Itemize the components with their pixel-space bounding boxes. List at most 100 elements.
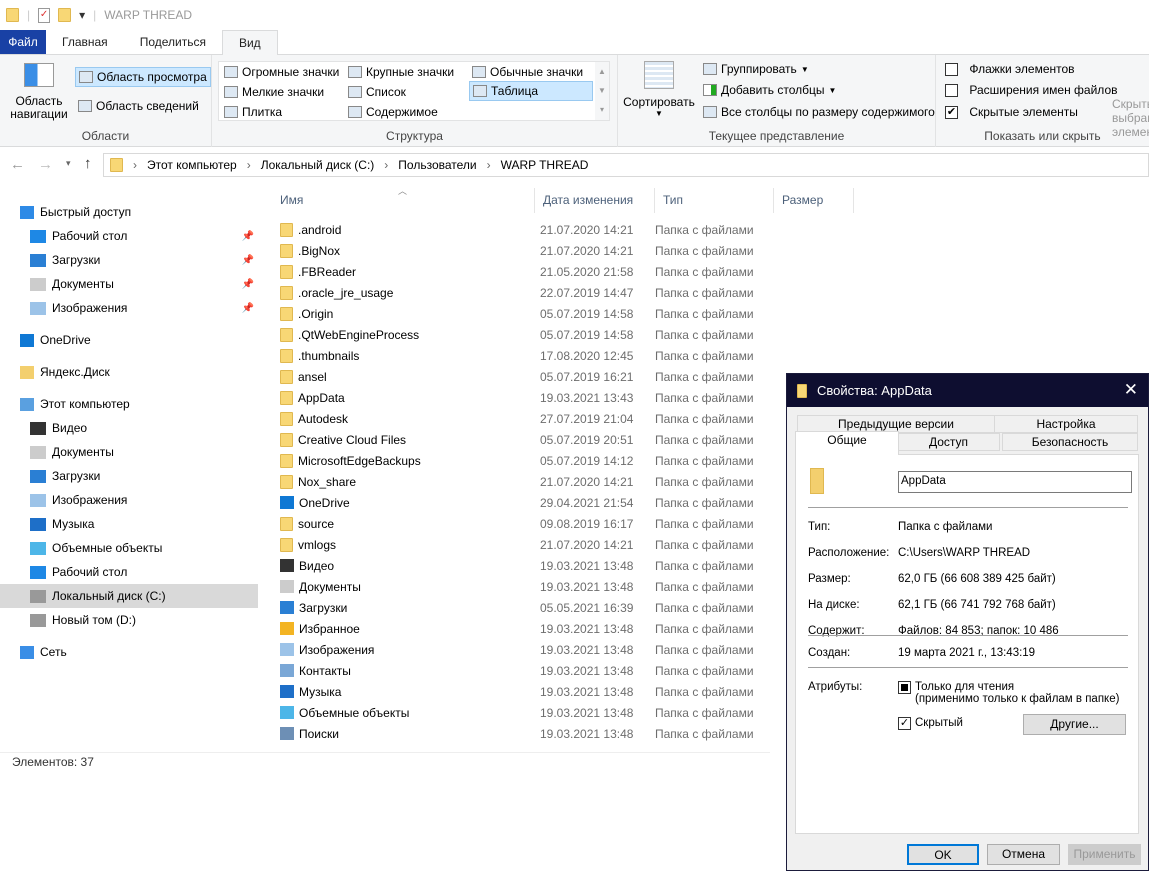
- hidden-checkbox[interactable]: ✓ Скрытый: [898, 717, 963, 730]
- column-size[interactable]: Размер: [774, 188, 854, 213]
- pin-icon[interactable]: 📌: [242, 231, 254, 242]
- file-row[interactable]: Поиски 19.03.2021 13:48 Папка с файлами: [280, 723, 775, 744]
- layout-large-icons[interactable]: Крупные значки: [345, 62, 457, 82]
- checkbox-checked[interactable]: ✔: [945, 105, 958, 119]
- properties-icon[interactable]: ✓: [38, 7, 51, 23]
- tab-home[interactable]: Главная: [46, 30, 124, 54]
- file-row[interactable]: .thumbnails 17.08.2020 12:45 Папка с файла…: [280, 345, 775, 366]
- hidden-items-toggle[interactable]: ✔ Скрытые элементы: [942, 102, 1081, 122]
- sidebar-item[interactable]: Быстрый доступ: [0, 200, 258, 224]
- tab-general[interactable]: Общие: [795, 431, 899, 455]
- file-row[interactable]: .FBReader 21.05.2020 21:58 Папка с файлами: [280, 261, 775, 282]
- file-row[interactable]: AppData 19.03.2021 13:43 Папка с файлами: [280, 387, 775, 408]
- up-icon[interactable]: ↑: [84, 155, 92, 172]
- sidebar-item[interactable]: Видео: [0, 416, 258, 440]
- layout-small-icons[interactable]: Мелкие значки: [221, 82, 327, 102]
- breadcrumb-item[interactable]: Пользователи: [398, 158, 476, 172]
- quick-access-dropdown-icon[interactable]: ▾: [79, 8, 85, 22]
- sidebar-item[interactable]: Документы 📌: [0, 272, 258, 296]
- pin-icon[interactable]: 📌: [242, 279, 254, 290]
- sidebar-item[interactable]: Загрузки 📌: [0, 248, 258, 272]
- sidebar-item[interactable]: Изображения: [0, 488, 258, 512]
- forward-icon[interactable]: →: [38, 156, 53, 173]
- sidebar-item[interactable]: Яндекс.Диск: [0, 360, 258, 384]
- tab-security[interactable]: Безопасность: [1002, 433, 1138, 451]
- apply-button[interactable]: Применить: [1068, 844, 1141, 865]
- breadcrumb-item[interactable]: WARP THREAD: [501, 158, 589, 172]
- file-row[interactable]: ansel 05.07.2019 16:21 Папка с файлами: [280, 366, 775, 387]
- layout-huge-icons[interactable]: Огромные значки: [221, 62, 342, 82]
- layout-list[interactable]: Список: [345, 82, 409, 102]
- item-checkboxes-toggle[interactable]: Флажки элементов: [942, 59, 1078, 79]
- close-icon[interactable]: ✕: [1124, 380, 1138, 400]
- add-columns-button[interactable]: Добавить столбцы ▼: [700, 80, 839, 100]
- sidebar-item[interactable]: Изображения 📌: [0, 296, 258, 320]
- tab-file[interactable]: Файл: [0, 30, 46, 54]
- file-row[interactable]: Загрузки 05.05.2021 16:39 Папка с файлами: [280, 597, 775, 618]
- pin-icon[interactable]: 📌: [242, 255, 254, 266]
- file-row[interactable]: Autodesk 27.07.2019 21:04 Папка с файлами: [280, 408, 775, 429]
- advanced-button[interactable]: Другие...: [1023, 714, 1126, 735]
- column-date[interactable]: Дата изменения: [535, 188, 655, 213]
- ok-button[interactable]: OK: [907, 844, 979, 865]
- file-row[interactable]: Nox_share 21.07.2020 14:21 Папка с файлами: [280, 471, 775, 492]
- sort-button[interactable]: Сортировать ▼: [622, 61, 696, 118]
- sidebar-item[interactable]: Сеть: [0, 640, 258, 664]
- file-row[interactable]: .BigNox 21.07.2020 14:21 Папка с файлами: [280, 240, 775, 261]
- gallery-scrollbar[interactable]: ▲ ▼ ▾: [595, 62, 609, 120]
- file-row[interactable]: Изображения 19.03.2021 13:48 Папка с файла…: [280, 639, 775, 660]
- sidebar-item[interactable]: Объемные объекты: [0, 536, 258, 560]
- file-row[interactable]: Объемные объекты 19.03.2021 13:48 Папка с …: [280, 702, 775, 723]
- address-bar[interactable]: › Этот компьютер › Локальный диск (C:) › П…: [103, 153, 1149, 177]
- tab-share[interactable]: Поделиться: [124, 30, 222, 54]
- file-row[interactable]: Контакты 19.03.2021 13:48 Папка с файлами: [280, 660, 775, 681]
- breadcrumb-item[interactable]: Этот компьютер: [147, 158, 237, 172]
- file-row[interactable]: vmlogs 21.07.2020 14:21 Папка с файлами: [280, 534, 775, 555]
- sidebar-item[interactable]: Музыка: [0, 512, 258, 536]
- layout-content[interactable]: Содержимое: [345, 102, 441, 122]
- folder-name-input[interactable]: AppData: [898, 471, 1132, 493]
- checkbox[interactable]: [945, 83, 958, 97]
- file-row[interactable]: .oracle_jre_usage 22.07.2019 14:47 Папка с…: [280, 282, 775, 303]
- sidebar-item[interactable]: Рабочий стол: [0, 560, 258, 584]
- sidebar-item[interactable]: Новый том (D:): [0, 608, 258, 632]
- column-type[interactable]: Тип: [655, 188, 774, 213]
- back-icon[interactable]: ←: [10, 156, 25, 173]
- sidebar-item[interactable]: OneDrive: [0, 328, 258, 352]
- pin-icon[interactable]: 📌: [242, 303, 254, 314]
- sidebar-item[interactable]: Этот компьютер: [0, 392, 258, 416]
- sidebar-item[interactable]: Локальный диск (C:): [0, 584, 258, 608]
- file-extensions-toggle[interactable]: Расширения имен файлов: [942, 80, 1121, 100]
- breadcrumb-item[interactable]: Локальный диск (C:): [261, 158, 375, 172]
- readonly-checkbox[interactable]: Только для чтения (применимо только к фай…: [898, 681, 1119, 705]
- checkbox-checked[interactable]: ✓: [898, 717, 911, 730]
- checkbox[interactable]: [945, 62, 958, 76]
- details-pane-button[interactable]: Область сведений: [75, 96, 202, 116]
- file-row[interactable]: .QtWebEngineProcess 05.07.2019 14:58 Папка…: [280, 324, 775, 345]
- sidebar-item[interactable]: Документы: [0, 440, 258, 464]
- file-row[interactable]: Creative Cloud Files 05.07.2019 20:51 Папк…: [280, 429, 775, 450]
- file-row[interactable]: source 09.08.2019 16:17 Папка с файлами: [280, 513, 775, 534]
- nav-pane-button[interactable]: Область навигации: [6, 63, 72, 121]
- column-name[interactable]: Имя ︿: [272, 186, 535, 213]
- file-row[interactable]: OneDrive 29.04.2021 21:54 Папка с файлами: [280, 492, 775, 513]
- sidebar-item[interactable]: Загрузки: [0, 464, 258, 488]
- file-row[interactable]: Избранное 19.03.2021 13:48 Папка с файлами: [280, 618, 775, 639]
- layout-medium-icons[interactable]: Обычные значки: [469, 62, 586, 82]
- sidebar-item[interactable]: Рабочий стол 📌: [0, 224, 258, 248]
- fit-columns-button[interactable]: Все столбцы по размеру содержимого: [700, 102, 938, 122]
- new-folder-icon[interactable]: [58, 8, 72, 22]
- file-row[interactable]: Видео 19.03.2021 13:48 Папка с файлами: [280, 555, 775, 576]
- layout-details[interactable]: Таблица: [469, 81, 593, 101]
- file-row[interactable]: Музыка 19.03.2021 13:48 Папка с файлами: [280, 681, 775, 702]
- preview-pane-button[interactable]: Область просмотра: [75, 67, 211, 87]
- checkbox-indeterminate[interactable]: [898, 681, 911, 694]
- file-row[interactable]: MicrosoftEdgeBackups 05.07.2019 14:12 Папк…: [280, 450, 775, 471]
- tab-sharing[interactable]: Доступ: [897, 433, 1000, 451]
- layout-tiles[interactable]: Плитка: [221, 102, 285, 122]
- tab-customize[interactable]: Настройка: [994, 415, 1138, 433]
- file-row[interactable]: .android 21.07.2020 14:21 Папка с файлами: [280, 219, 775, 240]
- tab-view[interactable]: Вид: [221, 30, 278, 56]
- file-row[interactable]: .Origin 05.07.2019 14:58 Папка с файлами: [280, 303, 775, 324]
- recent-dropdown-icon[interactable]: ▾: [66, 158, 71, 169]
